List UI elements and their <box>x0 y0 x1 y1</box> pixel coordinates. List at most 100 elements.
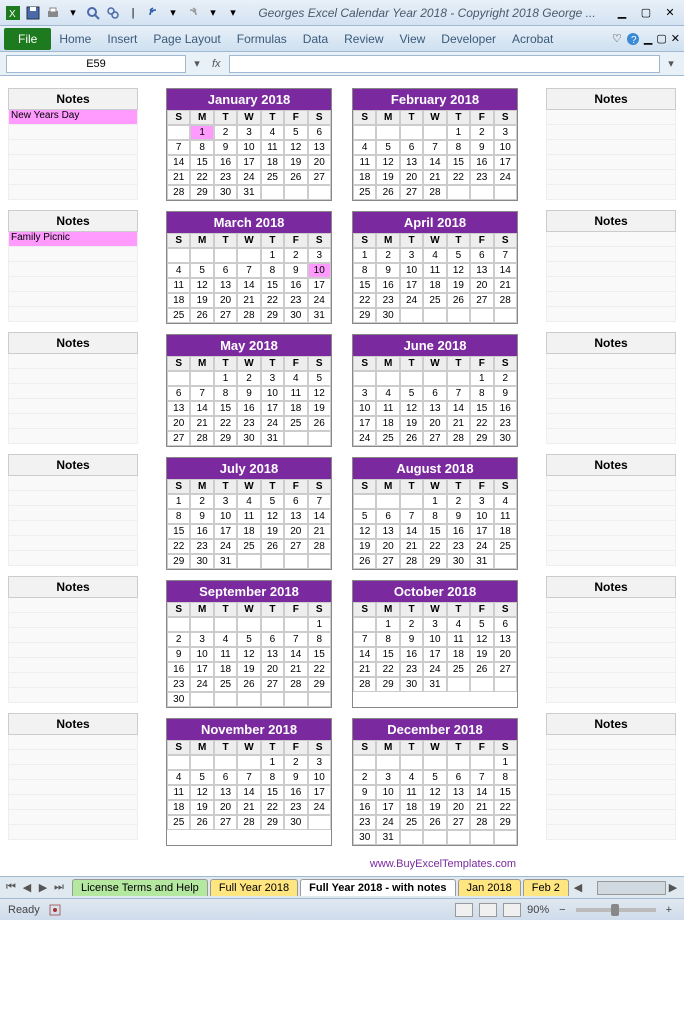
note-cell[interactable] <box>546 384 676 399</box>
day-cell[interactable]: 18 <box>261 155 284 170</box>
day-cell[interactable]: 29 <box>353 308 376 323</box>
day-cell[interactable]: 29 <box>494 815 517 830</box>
day-cell[interactable]: 12 <box>447 263 470 278</box>
day-cell[interactable]: 24 <box>214 539 237 554</box>
day-cell[interactable]: 15 <box>494 785 517 800</box>
day-cell[interactable]: 19 <box>423 800 446 815</box>
sheet-tab-feb[interactable]: Feb 2 <box>523 879 569 896</box>
ribbon-tab-view[interactable]: View <box>392 28 434 50</box>
find-all-icon[interactable] <box>104 4 122 22</box>
day-cell[interactable]: 5 <box>376 140 399 155</box>
day-cell[interactable]: 11 <box>353 155 376 170</box>
day-cell[interactable] <box>167 617 190 632</box>
day-cell[interactable]: 23 <box>400 662 423 677</box>
note-cell[interactable] <box>546 354 676 369</box>
day-cell[interactable]: 8 <box>214 386 237 401</box>
day-cell[interactable]: 5 <box>190 263 213 278</box>
day-cell[interactable]: 3 <box>214 494 237 509</box>
day-cell[interactable]: 15 <box>423 524 446 539</box>
day-cell[interactable]: 12 <box>376 155 399 170</box>
day-cell[interactable]: 15 <box>261 785 284 800</box>
day-cell[interactable]: 23 <box>167 677 190 692</box>
day-cell[interactable]: 6 <box>376 509 399 524</box>
day-cell[interactable]: 23 <box>447 539 470 554</box>
day-cell[interactable]: 4 <box>237 494 260 509</box>
day-cell[interactable]: 24 <box>190 677 213 692</box>
day-cell[interactable]: 2 <box>447 494 470 509</box>
day-cell[interactable]: 8 <box>353 263 376 278</box>
note-cell[interactable] <box>8 140 138 155</box>
day-cell[interactable]: 21 <box>494 278 517 293</box>
day-cell[interactable] <box>237 692 260 707</box>
day-cell[interactable] <box>400 755 423 770</box>
day-cell[interactable]: 17 <box>353 416 376 431</box>
day-cell[interactable]: 18 <box>376 416 399 431</box>
file-tab[interactable]: File <box>4 28 51 50</box>
day-cell[interactable] <box>494 185 517 200</box>
day-cell[interactable]: 31 <box>376 830 399 845</box>
day-cell[interactable]: 26 <box>423 815 446 830</box>
namebox-dropdown-icon[interactable]: ▾ <box>190 57 204 70</box>
day-cell[interactable]: 5 <box>400 386 423 401</box>
zoom-in-button[interactable]: + <box>662 904 676 916</box>
day-cell[interactable]: 26 <box>284 170 307 185</box>
day-cell[interactable]: 20 <box>376 539 399 554</box>
day-cell[interactable]: 21 <box>237 293 260 308</box>
day-cell[interactable]: 4 <box>353 140 376 155</box>
day-cell[interactable]: 24 <box>376 815 399 830</box>
ribbon-tab-formulas[interactable]: Formulas <box>229 28 295 50</box>
day-cell[interactable]: 20 <box>214 293 237 308</box>
day-cell[interactable]: 7 <box>353 632 376 647</box>
day-cell[interactable]: 17 <box>261 401 284 416</box>
day-cell[interactable]: 15 <box>167 524 190 539</box>
formula-expand-icon[interactable]: ▾ <box>664 57 678 70</box>
minimize-icon[interactable]: ▁ <box>612 5 632 21</box>
day-cell[interactable] <box>376 371 399 386</box>
note-cell[interactable] <box>8 277 138 292</box>
day-cell[interactable]: 31 <box>470 554 493 569</box>
day-cell[interactable] <box>353 494 376 509</box>
day-cell[interactable]: 24 <box>423 662 446 677</box>
day-cell[interactable]: 28 <box>400 554 423 569</box>
note-cell[interactable] <box>8 185 138 200</box>
day-cell[interactable]: 12 <box>353 524 376 539</box>
day-cell[interactable]: 5 <box>190 770 213 785</box>
day-cell[interactable] <box>237 617 260 632</box>
day-cell[interactable]: 30 <box>353 830 376 845</box>
day-cell[interactable]: 14 <box>190 401 213 416</box>
day-cell[interactable]: 19 <box>376 170 399 185</box>
note-cell[interactable] <box>546 521 676 536</box>
day-cell[interactable]: 9 <box>376 263 399 278</box>
day-cell[interactable]: 3 <box>190 632 213 647</box>
day-cell[interactable]: 21 <box>470 800 493 815</box>
day-cell[interactable]: 7 <box>284 632 307 647</box>
day-cell[interactable]: 5 <box>237 632 260 647</box>
day-cell[interactable]: 29 <box>423 554 446 569</box>
dropdown-icon[interactable]: ▾ <box>64 4 82 22</box>
day-cell[interactable]: 21 <box>284 662 307 677</box>
day-cell[interactable] <box>190 248 213 263</box>
day-cell[interactable]: 26 <box>353 554 376 569</box>
day-cell[interactable]: 3 <box>400 248 423 263</box>
day-cell[interactable]: 16 <box>400 647 423 662</box>
note-cell[interactable] <box>546 688 676 703</box>
day-cell[interactable]: 6 <box>423 386 446 401</box>
day-cell[interactable]: 25 <box>423 293 446 308</box>
day-cell[interactable] <box>261 617 284 632</box>
day-cell[interactable]: 8 <box>190 140 213 155</box>
day-cell[interactable]: 5 <box>308 371 331 386</box>
day-cell[interactable]: 10 <box>261 386 284 401</box>
day-cell[interactable]: 15 <box>353 278 376 293</box>
day-cell[interactable]: 11 <box>237 509 260 524</box>
day-cell[interactable]: 20 <box>261 662 284 677</box>
day-cell[interactable]: 26 <box>190 815 213 830</box>
day-cell[interactable]: 11 <box>214 647 237 662</box>
day-cell[interactable]: 25 <box>167 308 190 323</box>
day-cell[interactable]: 28 <box>494 293 517 308</box>
day-cell[interactable]: 27 <box>284 539 307 554</box>
day-cell[interactable]: 22 <box>447 170 470 185</box>
day-cell[interactable]: 12 <box>470 632 493 647</box>
day-cell[interactable]: 5 <box>447 248 470 263</box>
day-cell[interactable]: 15 <box>214 401 237 416</box>
day-cell[interactable]: 24 <box>353 431 376 446</box>
